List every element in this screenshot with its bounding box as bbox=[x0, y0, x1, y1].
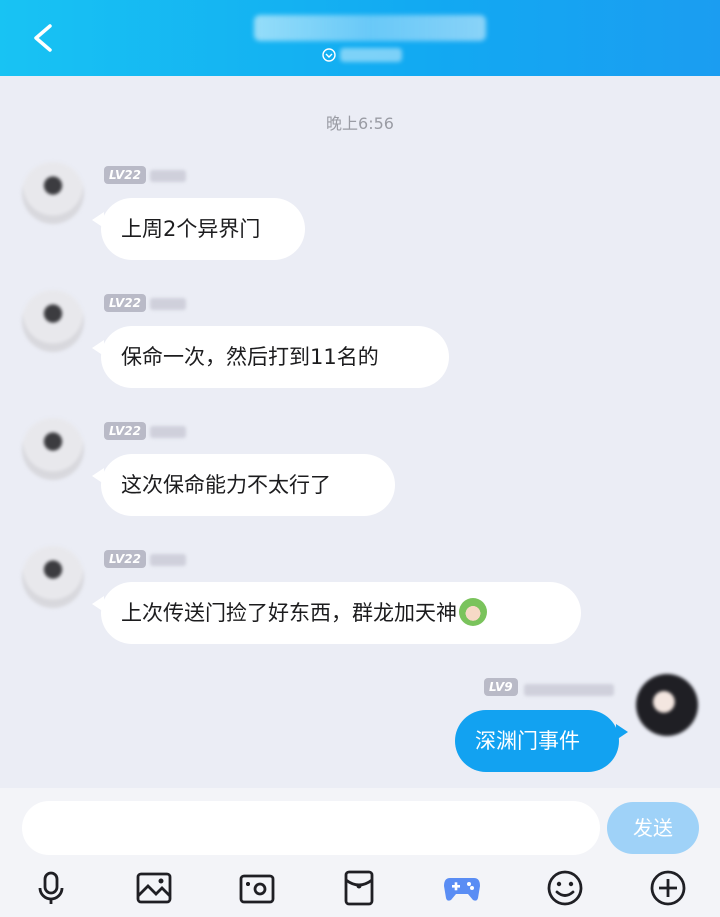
green-face-emoji-icon bbox=[459, 598, 487, 626]
avatar[interactable] bbox=[22, 290, 84, 352]
level-badge: LV9 bbox=[484, 678, 518, 696]
message-timestamp: 晚上6:56 bbox=[326, 114, 394, 133]
avatar[interactable] bbox=[22, 418, 84, 480]
message-bubble[interactable]: 上周2个异界门 bbox=[92, 198, 305, 260]
message-bubble[interactable]: 这次保命能力不太行了 bbox=[92, 454, 395, 516]
message-bubble[interactable]: 深渊门事件 bbox=[455, 710, 628, 772]
chat-subtitle bbox=[340, 48, 402, 62]
chat-header bbox=[0, 0, 720, 76]
message-text: 深渊门事件 bbox=[475, 729, 580, 753]
gamepad-icon[interactable] bbox=[442, 868, 482, 908]
sender-name bbox=[524, 684, 614, 696]
level-badge: LV22 bbox=[104, 422, 146, 440]
message-text: 上次传送门捡了好东西，群龙加天神 bbox=[121, 601, 457, 625]
send-button[interactable]: 发送 bbox=[607, 802, 699, 854]
sender-name bbox=[150, 170, 186, 182]
red-packet-icon[interactable] bbox=[339, 868, 379, 908]
message-bubble[interactable]: 保命一次，然后打到11名的 bbox=[92, 326, 449, 388]
image-icon[interactable] bbox=[134, 868, 174, 908]
message-text: 上周2个异界门 bbox=[121, 217, 261, 241]
sender-name bbox=[150, 426, 186, 438]
message-input[interactable] bbox=[22, 801, 600, 855]
sender-name bbox=[150, 298, 186, 310]
plus-icon[interactable] bbox=[648, 868, 688, 908]
avatar[interactable] bbox=[22, 546, 84, 608]
level-badge: LV22 bbox=[104, 294, 146, 312]
emoji-icon[interactable] bbox=[545, 868, 585, 908]
composer-bar: 发送 bbox=[0, 788, 720, 917]
chevron-down-circle-icon[interactable] bbox=[322, 48, 336, 62]
message-text: 这次保命能力不太行了 bbox=[121, 473, 331, 497]
sender-name bbox=[150, 554, 186, 566]
avatar[interactable] bbox=[22, 162, 84, 224]
message-text: 保命一次，然后打到11名的 bbox=[121, 345, 379, 369]
camera-icon[interactable] bbox=[237, 868, 277, 908]
level-badge: LV22 bbox=[104, 166, 146, 184]
back-arrow-icon[interactable] bbox=[30, 22, 56, 54]
microphone-icon[interactable] bbox=[31, 868, 71, 908]
avatar[interactable] bbox=[636, 674, 698, 736]
message-bubble[interactable]: 上次传送门捡了好东西，群龙加天神 bbox=[92, 582, 581, 644]
level-badge: LV22 bbox=[104, 550, 146, 568]
chat-title[interactable] bbox=[254, 15, 486, 41]
